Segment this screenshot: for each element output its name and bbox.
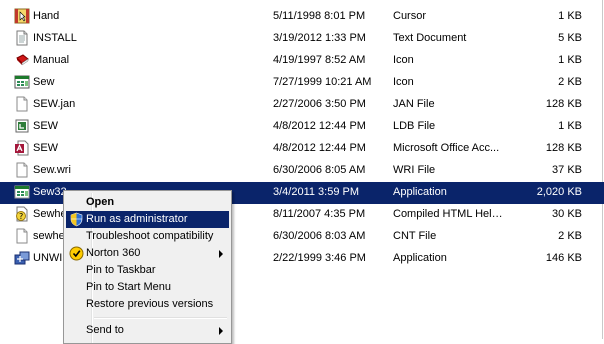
file-name: SEW: [33, 142, 59, 154]
file-name: SEW.jan: [33, 98, 76, 110]
menu-item-label: Troubleshoot compatibility: [86, 230, 214, 242]
file-date: 3/19/2012 1:33 PM: [273, 32, 366, 44]
file-name: INSTALL: [33, 32, 77, 44]
file-size: 2 KB: [558, 76, 582, 88]
file-row[interactable]: Sew 7/27/1999 10:21 AM Icon 2 KB: [0, 72, 604, 94]
file-row[interactable]: INSTALL 3/19/2012 1:33 PM Text Document …: [0, 28, 604, 50]
file-size: 1 KB: [558, 54, 582, 66]
norton-icon: [69, 246, 84, 261]
menu-item-label: Norton 360: [86, 247, 141, 259]
menu-item-label: Pin to Taskbar: [86, 264, 156, 276]
ldb-file-icon: [15, 119, 29, 133]
menu-item-restore-previous-versions[interactable]: Restore previous versions: [66, 296, 229, 313]
file-type: Icon: [393, 54, 414, 66]
file-row[interactable]: Hand 5/11/1998 8:01 PM Cursor 1 KB: [0, 6, 604, 28]
file-date: 2/22/1999 3:46 PM: [273, 252, 366, 264]
file-size: 2,020 KB: [536, 186, 582, 198]
svg-text:?: ?: [19, 212, 23, 221]
file-name: Manual: [33, 54, 70, 66]
file-type: Microsoft Office Acc...: [393, 142, 500, 154]
file-date: 5/11/1998 8:01 PM: [273, 10, 366, 22]
context-menu: Open Run as administrator Troubleshoot c…: [63, 190, 232, 344]
file-size: 128 KB: [545, 98, 582, 110]
file-date: 4/8/2012 12:44 PM: [273, 142, 366, 154]
file-size: 128 KB: [545, 142, 582, 154]
file-name: SEW: [33, 120, 59, 132]
file-type: Application: [393, 252, 447, 264]
file-type: Application: [393, 186, 447, 198]
file-type: Icon: [393, 76, 414, 88]
file-name: Hand: [33, 10, 60, 22]
file-name: Sew: [33, 76, 55, 88]
submenu-arrow-icon: [219, 327, 223, 335]
blank-file-icon: [16, 228, 28, 244]
file-date: 8/11/2007 4:35 PM: [273, 208, 366, 220]
menu-item-label: Restore previous versions: [86, 298, 214, 310]
file-type: JAN File: [393, 98, 435, 110]
file-size: 30 KB: [552, 208, 582, 220]
menu-item-label: Pin to Start Menu: [86, 281, 171, 293]
file-row[interactable]: Manual 4/19/1997 8:52 AM Icon 1 KB: [0, 50, 604, 72]
menu-item-label: Open: [86, 196, 115, 208]
file-type: Cursor: [393, 10, 427, 22]
file-type: CNT File: [393, 230, 437, 242]
blank-file-icon: [16, 96, 28, 112]
menu-item-pin-to-start-menu[interactable]: Pin to Start Menu: [66, 279, 229, 296]
text-document-icon: [16, 30, 28, 46]
file-size: 1 KB: [558, 120, 582, 132]
file-type: Compiled HTML Help...: [393, 208, 506, 220]
file-date: 7/27/1999 10:21 AM: [273, 76, 372, 88]
file-size: 2 KB: [558, 230, 582, 242]
file-row[interactable]: SEW 4/8/2012 12:44 PM LDB File 1 KB: [0, 116, 604, 138]
file-row[interactable]: Sew.wri 6/30/2006 8:05 AM WRI File 37 KB: [0, 160, 604, 182]
blank-file-icon: [16, 162, 28, 178]
submenu-arrow-icon: [219, 250, 223, 258]
menu-item-run-as-administrator[interactable]: Run as administrator: [66, 211, 229, 228]
file-row[interactable]: SEW 4/8/2012 12:44 PM Microsoft Office A…: [0, 138, 604, 160]
file-date: 4/8/2012 12:44 PM: [273, 120, 366, 132]
file-type: Text Document: [393, 32, 467, 44]
menu-item-label: Run as administrator: [86, 213, 188, 225]
file-type: LDB File: [393, 120, 436, 132]
file-date: 3/4/2011 3:59 PM: [273, 186, 360, 198]
file-name: Sew.wri: [33, 164, 71, 176]
file-size: 146 KB: [545, 252, 582, 264]
menu-item-norton-360[interactable]: Norton 360: [66, 245, 229, 262]
uninstall-app-icon: [14, 251, 30, 265]
uac-shield-icon: [70, 212, 83, 227]
menu-separator: [94, 317, 227, 319]
file-row[interactable]: SEW.jan 2/27/2006 3:50 PM JAN File 128 K…: [0, 94, 604, 116]
file-date: 4/19/1997 8:52 AM: [273, 54, 366, 66]
menu-item-pin-to-taskbar[interactable]: Pin to Taskbar: [66, 262, 229, 279]
file-size: 5 KB: [558, 32, 582, 44]
file-date: 6/30/2006 8:03 AM: [273, 230, 366, 242]
file-type: WRI File: [393, 164, 436, 176]
access-database-icon: [15, 140, 29, 156]
menu-item-troubleshoot-compatibility[interactable]: Troubleshoot compatibility: [66, 228, 229, 245]
animated-cursor-icon: [14, 8, 30, 24]
red-book-icon: [16, 54, 29, 66]
file-date: 6/30/2006 8:05 AM: [273, 164, 366, 176]
chm-help-icon: ?: [16, 206, 28, 222]
menu-item-label: Send to: [86, 324, 124, 336]
sew-app-icon: [14, 75, 30, 89]
menu-item-open[interactable]: Open: [66, 194, 229, 211]
sew-app-icon: [14, 185, 30, 199]
file-date: 2/27/2006 3:50 PM: [273, 98, 366, 110]
file-size: 1 KB: [558, 10, 582, 22]
menu-item-send-to[interactable]: Send to: [66, 322, 229, 339]
file-size: 37 KB: [552, 164, 582, 176]
